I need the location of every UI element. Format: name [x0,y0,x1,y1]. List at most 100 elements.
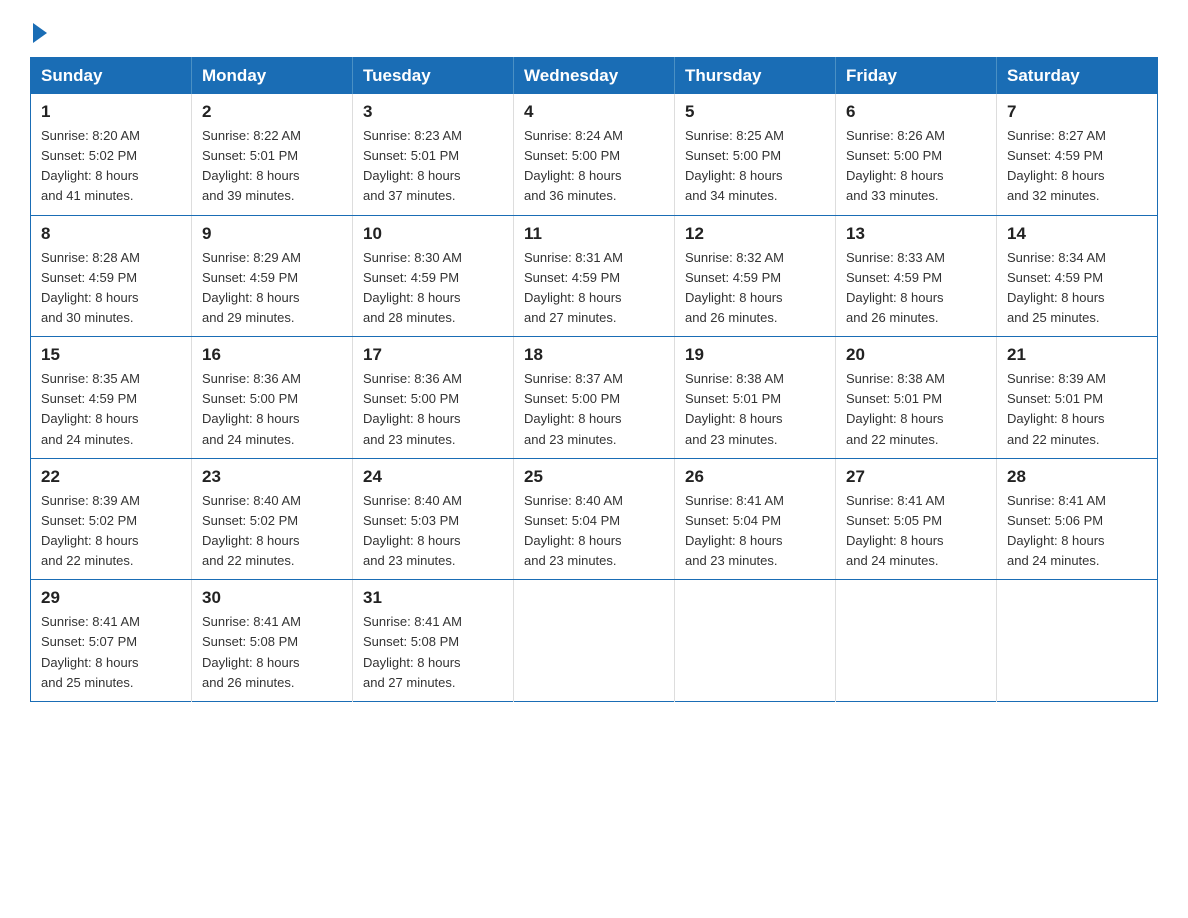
day-number: 25 [524,467,664,487]
calendar-day-cell: 3 Sunrise: 8:23 AM Sunset: 5:01 PM Dayli… [353,94,514,215]
day-number: 2 [202,102,342,122]
day-number: 5 [685,102,825,122]
day-number: 24 [363,467,503,487]
day-info: Sunrise: 8:39 AM Sunset: 5:02 PM Dayligh… [41,491,181,572]
day-info: Sunrise: 8:36 AM Sunset: 5:00 PM Dayligh… [363,369,503,450]
day-number: 13 [846,224,986,244]
day-info: Sunrise: 8:20 AM Sunset: 5:02 PM Dayligh… [41,126,181,207]
day-info: Sunrise: 8:23 AM Sunset: 5:01 PM Dayligh… [363,126,503,207]
calendar-day-cell: 8 Sunrise: 8:28 AM Sunset: 4:59 PM Dayli… [31,215,192,337]
day-info: Sunrise: 8:38 AM Sunset: 5:01 PM Dayligh… [685,369,825,450]
day-number: 10 [363,224,503,244]
day-info: Sunrise: 8:41 AM Sunset: 5:08 PM Dayligh… [202,612,342,693]
day-number: 18 [524,345,664,365]
day-info: Sunrise: 8:41 AM Sunset: 5:05 PM Dayligh… [846,491,986,572]
day-info: Sunrise: 8:33 AM Sunset: 4:59 PM Dayligh… [846,248,986,329]
day-number: 6 [846,102,986,122]
day-info: Sunrise: 8:38 AM Sunset: 5:01 PM Dayligh… [846,369,986,450]
day-info: Sunrise: 8:27 AM Sunset: 4:59 PM Dayligh… [1007,126,1147,207]
day-info: Sunrise: 8:41 AM Sunset: 5:04 PM Dayligh… [685,491,825,572]
day-number: 11 [524,224,664,244]
day-number: 26 [685,467,825,487]
day-number: 8 [41,224,181,244]
calendar-day-cell: 27 Sunrise: 8:41 AM Sunset: 5:05 PM Dayl… [836,458,997,580]
day-info: Sunrise: 8:35 AM Sunset: 4:59 PM Dayligh… [41,369,181,450]
day-info: Sunrise: 8:41 AM Sunset: 5:06 PM Dayligh… [1007,491,1147,572]
day-info: Sunrise: 8:37 AM Sunset: 5:00 PM Dayligh… [524,369,664,450]
day-number: 27 [846,467,986,487]
calendar-day-cell: 15 Sunrise: 8:35 AM Sunset: 4:59 PM Dayl… [31,337,192,459]
calendar-day-cell: 16 Sunrise: 8:36 AM Sunset: 5:00 PM Dayl… [192,337,353,459]
calendar-day-cell [514,580,675,702]
day-number: 29 [41,588,181,608]
day-info: Sunrise: 8:26 AM Sunset: 5:00 PM Dayligh… [846,126,986,207]
day-number: 14 [1007,224,1147,244]
weekday-header-tuesday: Tuesday [353,58,514,95]
day-number: 16 [202,345,342,365]
day-info: Sunrise: 8:34 AM Sunset: 4:59 PM Dayligh… [1007,248,1147,329]
day-number: 22 [41,467,181,487]
calendar-table: SundayMondayTuesdayWednesdayThursdayFrid… [30,57,1158,702]
day-info: Sunrise: 8:39 AM Sunset: 5:01 PM Dayligh… [1007,369,1147,450]
calendar-day-cell: 22 Sunrise: 8:39 AM Sunset: 5:02 PM Dayl… [31,458,192,580]
calendar-day-cell: 30 Sunrise: 8:41 AM Sunset: 5:08 PM Dayl… [192,580,353,702]
calendar-day-cell: 13 Sunrise: 8:33 AM Sunset: 4:59 PM Dayl… [836,215,997,337]
day-info: Sunrise: 8:41 AM Sunset: 5:07 PM Dayligh… [41,612,181,693]
day-info: Sunrise: 8:40 AM Sunset: 5:03 PM Dayligh… [363,491,503,572]
calendar-day-cell: 26 Sunrise: 8:41 AM Sunset: 5:04 PM Dayl… [675,458,836,580]
calendar-day-cell: 12 Sunrise: 8:32 AM Sunset: 4:59 PM Dayl… [675,215,836,337]
calendar-week-row: 15 Sunrise: 8:35 AM Sunset: 4:59 PM Dayl… [31,337,1158,459]
calendar-day-cell: 17 Sunrise: 8:36 AM Sunset: 5:00 PM Dayl… [353,337,514,459]
calendar-day-cell: 28 Sunrise: 8:41 AM Sunset: 5:06 PM Dayl… [997,458,1158,580]
calendar-day-cell: 25 Sunrise: 8:40 AM Sunset: 5:04 PM Dayl… [514,458,675,580]
calendar-week-row: 1 Sunrise: 8:20 AM Sunset: 5:02 PM Dayli… [31,94,1158,215]
page-header [30,20,1158,39]
day-info: Sunrise: 8:40 AM Sunset: 5:02 PM Dayligh… [202,491,342,572]
day-number: 17 [363,345,503,365]
calendar-day-cell: 5 Sunrise: 8:25 AM Sunset: 5:00 PM Dayli… [675,94,836,215]
day-info: Sunrise: 8:28 AM Sunset: 4:59 PM Dayligh… [41,248,181,329]
day-number: 21 [1007,345,1147,365]
day-number: 1 [41,102,181,122]
day-info: Sunrise: 8:40 AM Sunset: 5:04 PM Dayligh… [524,491,664,572]
day-info: Sunrise: 8:30 AM Sunset: 4:59 PM Dayligh… [363,248,503,329]
calendar-day-cell: 4 Sunrise: 8:24 AM Sunset: 5:00 PM Dayli… [514,94,675,215]
calendar-day-cell: 19 Sunrise: 8:38 AM Sunset: 5:01 PM Dayl… [675,337,836,459]
day-info: Sunrise: 8:36 AM Sunset: 5:00 PM Dayligh… [202,369,342,450]
day-info: Sunrise: 8:24 AM Sunset: 5:00 PM Dayligh… [524,126,664,207]
day-number: 9 [202,224,342,244]
calendar-day-cell: 29 Sunrise: 8:41 AM Sunset: 5:07 PM Dayl… [31,580,192,702]
calendar-day-cell: 1 Sunrise: 8:20 AM Sunset: 5:02 PM Dayli… [31,94,192,215]
day-info: Sunrise: 8:32 AM Sunset: 4:59 PM Dayligh… [685,248,825,329]
day-info: Sunrise: 8:29 AM Sunset: 4:59 PM Dayligh… [202,248,342,329]
day-number: 31 [363,588,503,608]
calendar-day-cell: 9 Sunrise: 8:29 AM Sunset: 4:59 PM Dayli… [192,215,353,337]
calendar-day-cell: 7 Sunrise: 8:27 AM Sunset: 4:59 PM Dayli… [997,94,1158,215]
weekday-header-friday: Friday [836,58,997,95]
day-number: 15 [41,345,181,365]
calendar-week-row: 8 Sunrise: 8:28 AM Sunset: 4:59 PM Dayli… [31,215,1158,337]
day-number: 7 [1007,102,1147,122]
day-number: 28 [1007,467,1147,487]
day-number: 3 [363,102,503,122]
calendar-day-cell: 11 Sunrise: 8:31 AM Sunset: 4:59 PM Dayl… [514,215,675,337]
day-info: Sunrise: 8:31 AM Sunset: 4:59 PM Dayligh… [524,248,664,329]
calendar-day-cell: 20 Sunrise: 8:38 AM Sunset: 5:01 PM Dayl… [836,337,997,459]
logo [30,20,47,39]
day-number: 30 [202,588,342,608]
calendar-week-row: 29 Sunrise: 8:41 AM Sunset: 5:07 PM Dayl… [31,580,1158,702]
day-info: Sunrise: 8:22 AM Sunset: 5:01 PM Dayligh… [202,126,342,207]
weekday-header-wednesday: Wednesday [514,58,675,95]
calendar-day-cell: 10 Sunrise: 8:30 AM Sunset: 4:59 PM Dayl… [353,215,514,337]
calendar-week-row: 22 Sunrise: 8:39 AM Sunset: 5:02 PM Dayl… [31,458,1158,580]
logo-arrow-icon [33,23,47,43]
calendar-day-cell: 18 Sunrise: 8:37 AM Sunset: 5:00 PM Dayl… [514,337,675,459]
weekday-header-saturday: Saturday [997,58,1158,95]
weekday-header-thursday: Thursday [675,58,836,95]
calendar-day-cell: 31 Sunrise: 8:41 AM Sunset: 5:08 PM Dayl… [353,580,514,702]
calendar-day-cell: 24 Sunrise: 8:40 AM Sunset: 5:03 PM Dayl… [353,458,514,580]
day-info: Sunrise: 8:25 AM Sunset: 5:00 PM Dayligh… [685,126,825,207]
calendar-day-cell: 2 Sunrise: 8:22 AM Sunset: 5:01 PM Dayli… [192,94,353,215]
day-number: 19 [685,345,825,365]
calendar-day-cell [675,580,836,702]
